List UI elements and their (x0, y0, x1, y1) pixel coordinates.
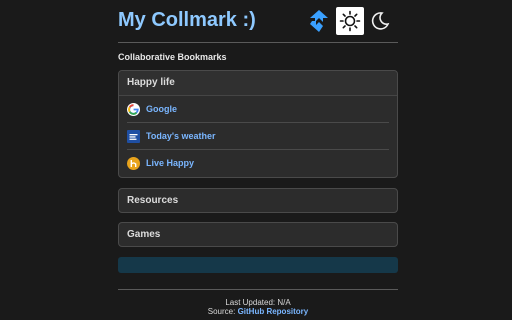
section-happy-life: Happy life Google Today's weather Live H… (118, 70, 398, 178)
moon-icon (371, 12, 390, 30)
bookmark-label: Today's weather (146, 131, 216, 141)
header-actions (306, 7, 392, 35)
status-bar (118, 257, 398, 273)
bookmark-label: Google (146, 104, 177, 114)
sun-icon (339, 10, 361, 32)
github-repository-link[interactable]: GitHub Repository (238, 307, 309, 316)
section-games[interactable]: Games (118, 222, 398, 247)
source-prefix: Source: (207, 307, 236, 316)
footer-divider (118, 289, 398, 290)
header: My Collmark :) (118, 0, 398, 42)
source-line: Source: GitHub Repository (118, 307, 398, 316)
livehappy-icon (127, 156, 140, 170)
section-header-games[interactable]: Games (119, 223, 397, 247)
bookmark-google[interactable]: Google (127, 96, 389, 123)
section-header-happy-life[interactable]: Happy life (119, 71, 397, 96)
section-header-resources[interactable]: Resources (119, 189, 397, 213)
footer: Last Updated: N/A Source: GitHub Reposit… (118, 298, 398, 316)
bookmark-list: Google Today's weather Live Happy (119, 96, 397, 176)
header-divider (118, 42, 398, 43)
dark-mode-button[interactable] (368, 9, 392, 33)
light-mode-button[interactable] (336, 7, 364, 35)
app-container: My Collmark :) Collaborative Bookmarks H… (118, 0, 398, 316)
page-title: My Collmark :) (118, 9, 256, 31)
weather-icon (127, 129, 140, 143)
last-updated-text: Last Updated: N/A (225, 298, 291, 307)
bookmark-label: Live Happy (146, 158, 195, 168)
google-icon (127, 102, 140, 116)
section-resources[interactable]: Resources (118, 188, 398, 213)
bookmark-weather[interactable]: Today's weather (127, 123, 389, 150)
sync-arrows-icon[interactable] (306, 8, 332, 34)
subtitle: Collaborative Bookmarks (118, 52, 227, 62)
bookmark-live-happy[interactable]: Live Happy (127, 150, 389, 176)
